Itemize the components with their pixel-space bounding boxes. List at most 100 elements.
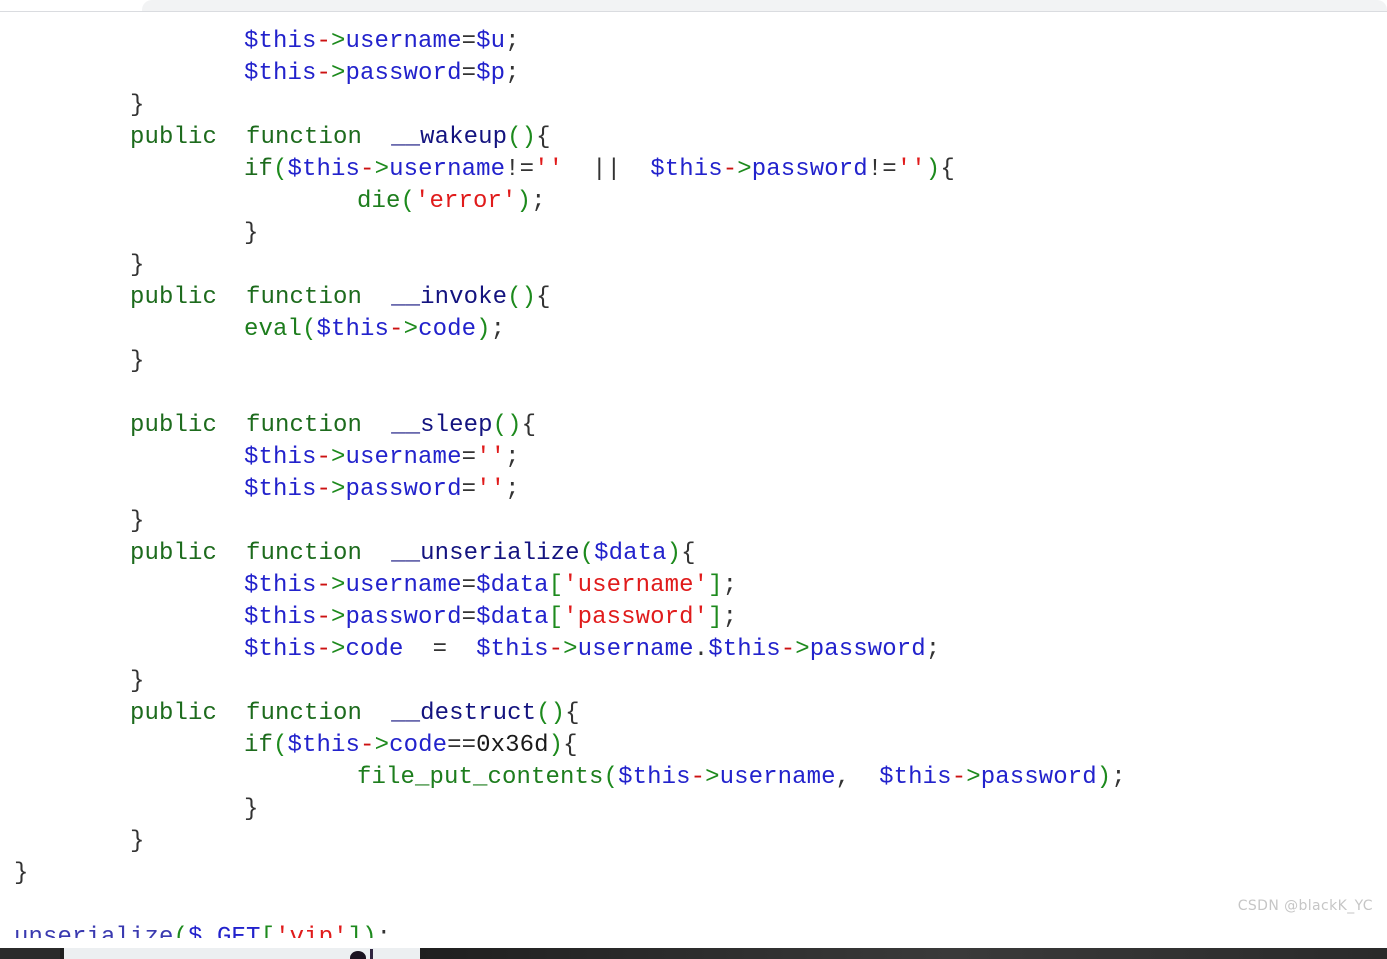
token-function-name: __invoke bbox=[391, 284, 508, 311]
token-paren: ) bbox=[925, 156, 941, 183]
token-function-name: __unserialize bbox=[391, 540, 580, 567]
token-arrow-gt: > bbox=[705, 764, 720, 791]
token-brace: } bbox=[130, 252, 145, 279]
token-bracket: ] bbox=[708, 604, 723, 631]
token-keyword: public bbox=[130, 700, 218, 727]
token-keyword: function bbox=[246, 284, 363, 311]
token-brace: { bbox=[681, 540, 696, 567]
token-string: 'password' bbox=[563, 604, 709, 631]
token-paren: ) bbox=[548, 732, 564, 759]
token-semicolon: ; bbox=[505, 476, 520, 503]
taskbar-left-segment[interactable] bbox=[0, 948, 60, 959]
taskbar-right-segment[interactable] bbox=[420, 948, 1387, 959]
code-line: } bbox=[0, 858, 29, 890]
token-keyword: function bbox=[246, 540, 363, 567]
token-operator: != bbox=[505, 156, 535, 183]
token-arrow-dash: - bbox=[316, 444, 332, 471]
token-arrow-gt: > bbox=[331, 572, 346, 599]
token-arrow-gt: > bbox=[563, 636, 578, 663]
code-line: public function __invoke(){ bbox=[0, 282, 551, 314]
token-arrow-gt: > bbox=[331, 604, 346, 631]
token-variable: $this bbox=[287, 732, 361, 759]
token-arrow-dash: - bbox=[316, 476, 332, 503]
token-semicolon: ; bbox=[505, 60, 520, 87]
token-semicolon: ; bbox=[722, 604, 738, 631]
token-arrow-gt: > bbox=[331, 636, 346, 663]
csdn-watermark: CSDN @blackK_YC bbox=[1237, 898, 1373, 914]
token-function-name: __destruct bbox=[391, 700, 537, 727]
code-line: } bbox=[0, 826, 145, 858]
token-brace: } bbox=[244, 220, 259, 247]
token-bracket: [ bbox=[548, 572, 564, 599]
token-arrow-gt: > bbox=[331, 444, 346, 471]
token-paren: ) bbox=[516, 188, 532, 215]
token-variable: $this bbox=[244, 28, 317, 55]
code-line: $this->password=''; bbox=[0, 474, 520, 506]
taskbar-strip-bottom bbox=[0, 938, 1387, 959]
token-property: password bbox=[809, 636, 926, 663]
token-builtin: eval bbox=[244, 316, 303, 343]
token-paren: ( bbox=[302, 316, 317, 343]
token-variable: $this bbox=[287, 156, 361, 183]
token-arrow-dash: - bbox=[951, 764, 967, 791]
token-keyword: if bbox=[244, 156, 274, 183]
token-keyword: public bbox=[130, 540, 218, 567]
token-variable: $this bbox=[879, 764, 952, 791]
token-paren: () bbox=[507, 124, 537, 151]
code-line: } bbox=[0, 218, 259, 250]
code-line: if($this->code==0x36d){ bbox=[0, 730, 578, 762]
token-operator: = bbox=[461, 572, 477, 599]
token-property: username bbox=[389, 156, 506, 183]
token-keyword: if bbox=[244, 732, 274, 759]
token-property: username bbox=[345, 572, 462, 599]
code-line: $this->username=''; bbox=[0, 442, 520, 474]
token-property: password bbox=[980, 764, 1097, 791]
code-line: } bbox=[0, 794, 259, 826]
token-arrow-gt: > bbox=[374, 732, 390, 759]
token-arrow-dash: - bbox=[360, 156, 375, 183]
token-keyword: function bbox=[246, 412, 363, 439]
code-line: } bbox=[0, 90, 145, 122]
token-arrow-gt: > bbox=[403, 316, 419, 343]
token-operator: = bbox=[461, 444, 477, 471]
token-bracket: ] bbox=[708, 572, 723, 599]
token-property: username bbox=[345, 28, 462, 55]
token-arrow-dash: - bbox=[389, 316, 404, 343]
code-listing: $this->username=$u; $this->password=$p; … bbox=[0, 12, 1387, 951]
token-property: password bbox=[345, 476, 462, 503]
token-brace: { bbox=[521, 412, 537, 439]
token-operator: = bbox=[461, 60, 477, 87]
token-arrow-gt: > bbox=[795, 636, 810, 663]
token-function-name: __wakeup bbox=[391, 124, 508, 151]
token-arrow-gt: > bbox=[331, 60, 346, 87]
code-line: $this->password=$data['password']; bbox=[0, 602, 737, 634]
code-line: eval($this->code); bbox=[0, 314, 505, 346]
token-variable: $this bbox=[244, 60, 317, 87]
token-string: '' bbox=[534, 156, 564, 183]
token-arrow-dash: - bbox=[548, 636, 564, 663]
token-arrow-dash: - bbox=[316, 60, 332, 87]
token-keyword: public bbox=[130, 412, 218, 439]
token-string: '' bbox=[896, 156, 926, 183]
token-brace: } bbox=[130, 828, 145, 855]
token-brace: } bbox=[130, 508, 145, 535]
token-arrow-dash: - bbox=[690, 764, 706, 791]
token-semicolon: ; bbox=[531, 188, 546, 215]
token-paren: ( bbox=[603, 764, 619, 791]
token-brace: { bbox=[536, 284, 551, 311]
token-semicolon: ; bbox=[490, 316, 506, 343]
token-arrow-dash: - bbox=[316, 572, 332, 599]
token-variable: $data bbox=[476, 604, 549, 631]
token-operator: == bbox=[447, 732, 477, 759]
token-number: 0x36d bbox=[476, 732, 549, 759]
token-brace: { bbox=[536, 124, 551, 151]
token-paren: () bbox=[536, 700, 566, 727]
token-property: username bbox=[345, 444, 462, 471]
taskbar-avatar-icon bbox=[350, 951, 366, 959]
code-line: public function __destruct(){ bbox=[0, 698, 580, 730]
token-arrow-dash: - bbox=[316, 28, 332, 55]
token-paren: ( bbox=[400, 188, 416, 215]
code-line: $this->password=$p; bbox=[0, 58, 520, 90]
